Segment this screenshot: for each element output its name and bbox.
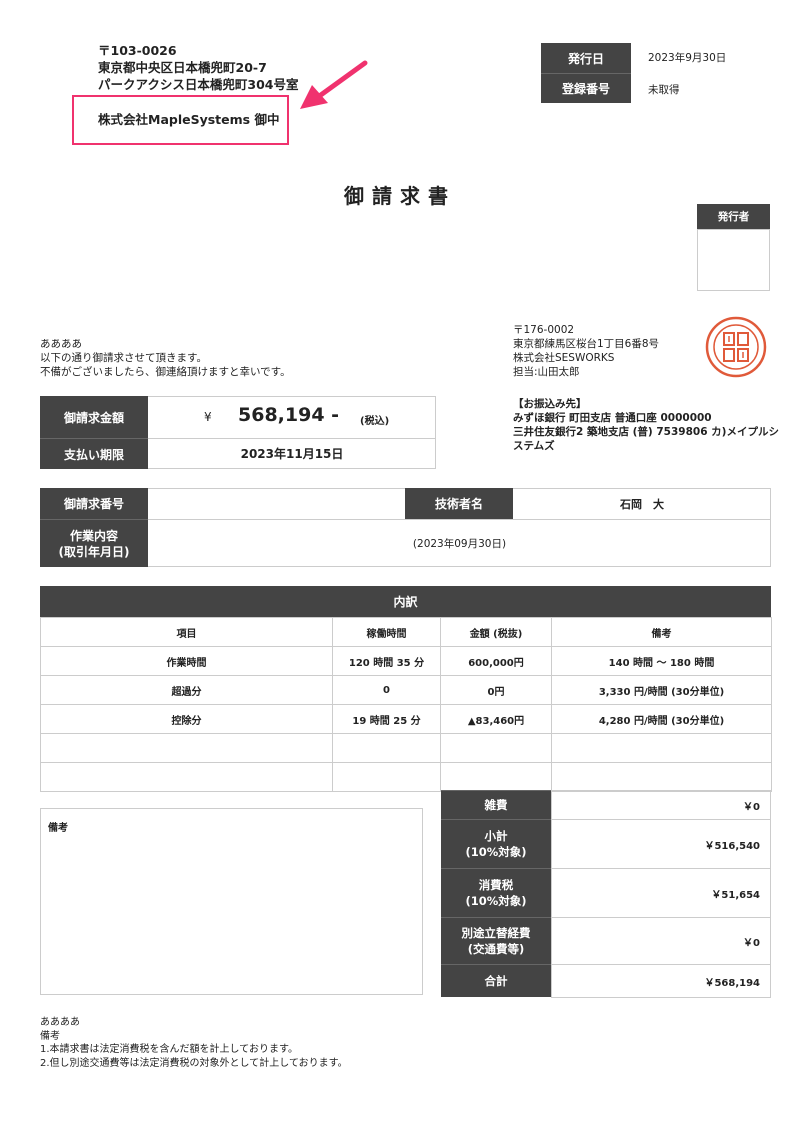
breakdown-cell: ▲83,460円 <box>440 704 552 734</box>
issuer-postal: 〒176-0002 <box>513 324 575 336</box>
totals-value: ￥516,540 <box>551 819 771 869</box>
breakdown-cell: 0円 <box>440 675 552 705</box>
breakdown-cell: 600,000円 <box>440 646 552 676</box>
notes-box[interactable] <box>40 808 423 995</box>
work-label-2: (取引年月日) <box>58 544 130 559</box>
totals-label: 合計 <box>441 964 551 997</box>
issuer-info: 〒176-0002 東京都練馬区桜台1丁目6番8号 株式会社SESWORKS 担… <box>513 323 659 379</box>
issue-date-label: 発行日 <box>541 43 631 73</box>
breakdown-cell: 19 時間 25 分 <box>332 704 441 734</box>
bank-info: 【お振込み先】 みずほ銀行 町田支店 普通口座 0000000 三井住友銀行2 … <box>513 397 779 453</box>
issuer-company: 株式会社SESWORKS <box>513 352 615 364</box>
work-value: (2023年09月30日) <box>412 537 507 550</box>
breakdown-cell <box>40 733 333 763</box>
totals-label: 小計 (10%対象) <box>441 819 551 868</box>
reg-no: 未取得 <box>648 84 680 96</box>
customer-name: 株式会社MapleSystems 御中 <box>98 112 280 127</box>
breakdown-cell <box>440 762 552 792</box>
arrow-annotation-icon <box>300 60 368 109</box>
notes-box-label: 備考 <box>48 823 68 834</box>
breakdown-cell: 120 時間 35 分 <box>332 646 441 676</box>
breakdown-cell: 0 <box>332 675 441 705</box>
reg-no-label: 登録番号 <box>541 73 631 103</box>
customer-address-2: パークアクシス日本橋兜町304号室 <box>98 77 299 92</box>
company-seal-icon <box>705 316 767 378</box>
breakdown-cell <box>440 733 552 763</box>
breakdown-cell: 140 時間 〜 180 時間 <box>551 646 772 676</box>
breakdown-title: 内訳 <box>40 586 771 617</box>
totals-label: 別途立替経費 (交通費等) <box>441 917 551 964</box>
amount-value: 568,194 - <box>238 404 340 426</box>
breakdown-cell: 超過分 <box>40 675 333 705</box>
totals-value: ￥51,654 <box>551 868 771 918</box>
breakdown-cell <box>551 733 772 763</box>
bank-line-3: ステムズ <box>513 440 555 452</box>
engineer-name: 石岡 大 <box>620 497 664 511</box>
due-label: 支払い期限 <box>40 438 148 469</box>
totals-label-line-1: 小計 <box>484 829 508 843</box>
issuer-address: 東京都練馬区桜台1丁目6番8号 <box>513 338 660 350</box>
breakdown-cell: 4,280 円/時間 (30分単位) <box>551 704 772 734</box>
totals-value: ￥0 <box>551 790 771 820</box>
totals-value: ￥0 <box>551 917 771 965</box>
work-label: 作業内容 (取引年月日) <box>40 519 148 567</box>
totals-label: 消費税 (10%対象) <box>441 868 551 917</box>
breakdown-header-2: 金額 (税抜) <box>440 617 552 647</box>
footer-line-1: ああああ <box>40 1017 80 1028</box>
due-date: 2023年11月15日 <box>240 447 344 461</box>
footer-line-3: 1.本請求書は法定消費税を含んだ額を計上しております。 <box>40 1044 298 1055</box>
totals-label-line-2: (10%対象) <box>465 894 527 908</box>
issuer-box <box>697 229 770 291</box>
work-label-1: 作業内容 <box>69 528 118 543</box>
engineer-label: 技術者名 <box>405 488 513 519</box>
amount-currency: ¥ <box>204 410 212 424</box>
totals-label-line-1: 雑費 <box>484 798 508 812</box>
breakdown-cell <box>40 762 333 792</box>
issuer-box-label: 発行者 <box>697 204 770 229</box>
issue-date: 2023年9月30日 <box>648 52 727 64</box>
footer-notes: ああああ 備考 1.本請求書は法定消費税を含んだ額を計上しております。 2.但し… <box>40 1016 348 1070</box>
greeting-line-1: ああああ <box>40 338 82 350</box>
totals-label-line-1: 別途立替経費 <box>461 926 531 940</box>
breakdown-cell: 作業時間 <box>40 646 333 676</box>
invoice-no-label: 御請求番号 <box>40 488 148 519</box>
totals-value: ￥568,194 <box>551 964 771 998</box>
bank-line-2: 三井住友銀行2 築地支店 (普) 7539806 カ)メイプルシ <box>513 426 779 438</box>
breakdown-cell: 3,330 円/時間 (30分単位) <box>551 675 772 705</box>
greeting: ああああ 以下の通り御請求させて頂きます。 不備がございましたら、御連絡頂けます… <box>40 337 291 379</box>
breakdown-header-1: 稼働時間 <box>332 617 441 647</box>
totals-label-line-2: (10%対象) <box>465 845 527 859</box>
amount-label: 御請求金額 <box>40 396 148 438</box>
totals-label: 雑費 <box>441 790 551 819</box>
breakdown-header-0: 項目 <box>40 617 333 647</box>
breakdown-cell: 控除分 <box>40 704 333 734</box>
page-title: 御請求書 <box>344 184 456 208</box>
invoice-no <box>148 488 405 519</box>
breakdown-header-3: 備考 <box>551 617 772 647</box>
footer-line-4: 2.但し別途交通費等は法定消費税の対象外として計上しております。 <box>40 1057 348 1069</box>
greeting-line-3: 不備がございましたら、御連絡頂けますと幸いです。 <box>40 366 291 378</box>
totals-label-line-1: 消費税 <box>478 878 514 892</box>
totals-label-line-2: (交通費等) <box>467 942 525 956</box>
totals-label-line-1: 合計 <box>484 974 508 988</box>
customer-postal: 〒103-0026 <box>98 43 177 58</box>
breakdown-cell <box>551 762 772 792</box>
breakdown-cell <box>332 733 441 763</box>
bank-line-1: みずほ銀行 町田支店 普通口座 0000000 <box>513 412 712 424</box>
issuer-contact: 担当:山田太郎 <box>513 366 580 378</box>
customer-address-1: 東京都中央区日本橋兜町20-7 <box>98 60 267 75</box>
customer-block: 〒103-0026 東京都中央区日本橋兜町20-7 パークアクシス日本橋兜町30… <box>98 42 298 93</box>
bank-label: 【お振込み先】 <box>513 398 587 410</box>
greeting-line-2: 以下の通り御請求させて頂きます。 <box>40 352 207 364</box>
breakdown-cell <box>332 762 441 792</box>
footer-line-2: 備考 <box>40 1030 60 1042</box>
amount-tax-note: (税込) <box>360 416 390 427</box>
